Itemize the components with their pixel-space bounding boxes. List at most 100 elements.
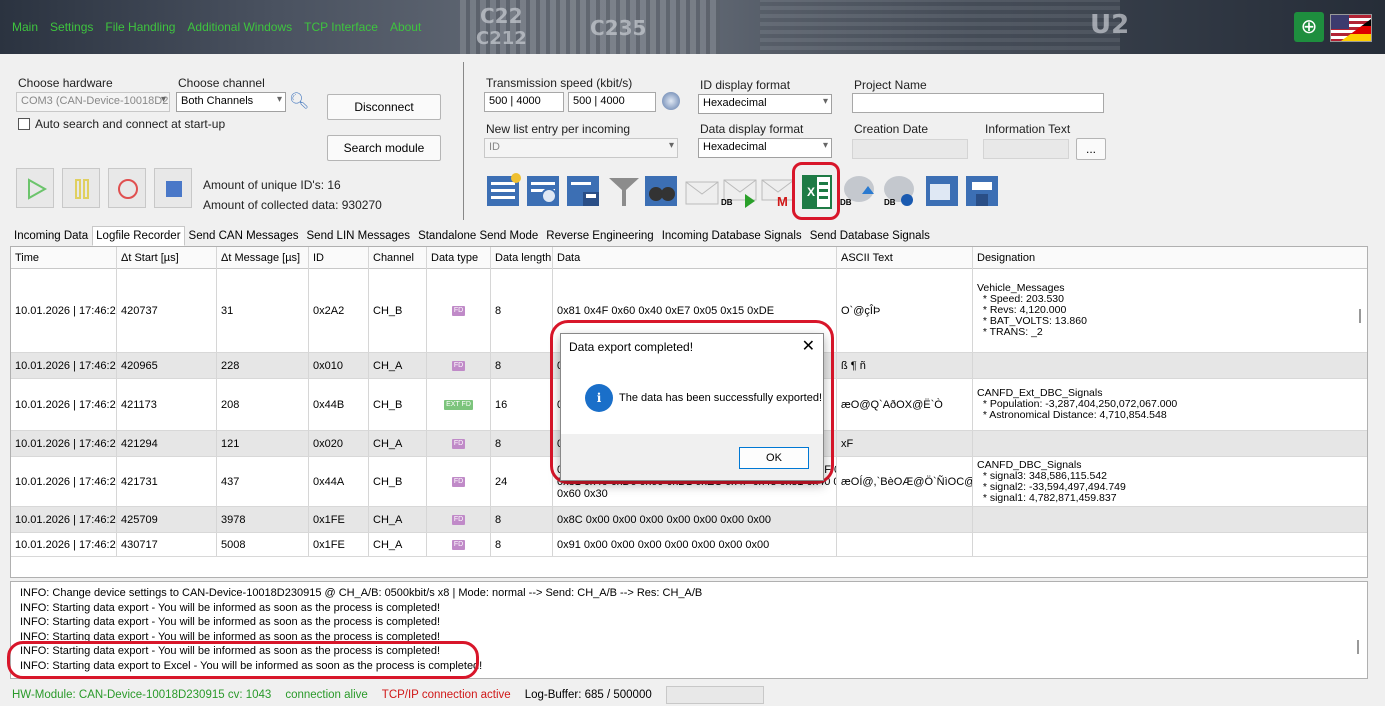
mail-icon[interactable] [683, 172, 721, 210]
pause-icon [75, 179, 89, 199]
row-id: 0x44B [309, 379, 369, 430]
row-data-length: 24 [491, 457, 553, 506]
language-flag-icon[interactable] [1330, 14, 1372, 42]
row-channel: CH_B [369, 269, 427, 352]
project-name-label: Project Name [854, 78, 927, 92]
row-channel: CH_A [369, 353, 427, 378]
column-header-dt-message[interactable]: Δt Message [µs] [217, 247, 309, 269]
search-icon[interactable]: 🔍︎ [289, 91, 309, 111]
channel-select-value: Both Channels [181, 95, 254, 107]
row-time: 10.01.2026 | 17:46:22... [11, 431, 117, 456]
column-header-ascii[interactable]: ASCII Text [837, 247, 973, 269]
data-format-select[interactable]: Hexadecimal ▾ [698, 138, 832, 158]
ok-button[interactable]: OK [739, 447, 809, 469]
tab-incoming-data[interactable]: Incoming Data [10, 226, 92, 246]
speed-settings-gear-icon[interactable] [662, 92, 680, 110]
id-format-select[interactable]: Hexadecimal ▾ [698, 94, 832, 114]
column-header-designation[interactable]: Designation [973, 247, 1367, 269]
db-upload-label: DB [840, 198, 852, 207]
tab-incoming-db-signals[interactable]: Incoming Database Signals [658, 226, 806, 246]
row-designation [973, 431, 1367, 456]
new-entry-label: New list entry per incoming [486, 122, 631, 136]
column-header-data-length[interactable]: Data length [491, 247, 553, 269]
id-format-label: ID display format [700, 78, 791, 92]
channel-label: Choose channel [178, 76, 265, 90]
globe-icon[interactable]: ⊕ [1294, 12, 1324, 42]
row-dt-message: 121 [217, 431, 309, 456]
tab-reverse-engineering[interactable]: Reverse Engineering [542, 226, 657, 246]
search-module-button[interactable]: Search module [327, 135, 441, 161]
tab-logfile-recorder[interactable]: Logfile Recorder [92, 226, 185, 246]
tab-send-db-signals[interactable]: Send Database Signals [806, 226, 934, 246]
row-data-type: FD [427, 533, 491, 556]
speed-field-1[interactable]: 500 | 4000 [484, 92, 564, 112]
row-data-type: FD [427, 457, 491, 506]
column-header-id[interactable]: ID [309, 247, 369, 269]
column-header-data[interactable]: Data [553, 247, 837, 269]
tab-send-can[interactable]: Send CAN Messages [185, 226, 303, 246]
information-more-button[interactable]: ... [1076, 138, 1106, 160]
information-text-label: Information Text [985, 122, 1071, 136]
row-dt-message: 31 [217, 269, 309, 352]
table-row[interactable]: 10.01.2026 | 17:46:22...43071750080x1FEC… [11, 533, 1367, 557]
column-header-dt-start[interactable]: Δt Start [µs] [117, 247, 217, 269]
column-header-channel[interactable]: Channel [369, 247, 427, 269]
row-dt-start: 425709 [117, 507, 217, 532]
column-header-data-type[interactable]: Data type [427, 247, 491, 269]
open-icon[interactable] [924, 172, 962, 210]
save-list-icon[interactable] [565, 172, 603, 210]
id-format-select-value: Hexadecimal [703, 97, 767, 109]
edit-list-icon[interactable] [525, 172, 563, 210]
row-dt-message: 437 [217, 457, 309, 506]
pause-button[interactable] [62, 168, 100, 208]
row-time: 10.01.2026 | 17:46:22... [11, 457, 117, 506]
hardware-select[interactable]: COM3 (CAN-Device-10018D2 ▾ [16, 92, 170, 112]
log-line: INFO: Starting data export - You will be… [20, 616, 441, 629]
start-button[interactable] [16, 168, 54, 208]
new-entry-select[interactable]: ID ▾ [484, 138, 678, 158]
status-bar: HW-Module: CAN-Device-10018D230915 cv: 1… [0, 684, 1385, 706]
record-button[interactable] [108, 168, 146, 208]
menu-item-file-handling[interactable]: File Handling [105, 20, 175, 34]
menu-item-additional-windows[interactable]: Additional Windows [187, 20, 292, 34]
row-ascii: O`@çÎÞ [837, 269, 973, 352]
auto-search-label: Auto search and connect at start-up [35, 117, 226, 131]
tab-standalone-send[interactable]: Standalone Send Mode [414, 226, 542, 246]
row-ascii [837, 533, 973, 556]
channel-select[interactable]: Both Channels ▾ [176, 92, 286, 112]
save-icon[interactable] [964, 172, 1002, 210]
close-icon[interactable]: ✕ [802, 336, 815, 356]
scrollbar-thumb[interactable] [1359, 309, 1361, 323]
row-ascii: xF [837, 431, 973, 456]
db-info-icon[interactable]: DB [880, 172, 918, 210]
row-channel: CH_B [369, 379, 427, 430]
status-hw-module: HW-Module: CAN-Device-10018D230915 cv: 1… [12, 689, 272, 701]
mail-db-icon[interactable]: DB [721, 172, 759, 210]
row-id: 0x020 [309, 431, 369, 456]
row-time: 10.01.2026 | 17:46:22... [11, 533, 117, 556]
menu-item-about[interactable]: About [390, 20, 421, 34]
row-id: 0x010 [309, 353, 369, 378]
speed-field-2[interactable]: 500 | 4000 [568, 92, 656, 112]
log-scrollbar-thumb[interactable] [1357, 640, 1359, 654]
row-data-type: FD [427, 431, 491, 456]
tab-send-lin[interactable]: Send LIN Messages [303, 226, 415, 246]
new-list-icon[interactable] [485, 172, 523, 210]
disconnect-button[interactable]: Disconnect [327, 94, 441, 120]
row-designation [973, 507, 1367, 532]
menu-item-main[interactable]: Main [12, 20, 38, 34]
menu-item-tcp-interface[interactable]: TCP Interface [304, 20, 378, 34]
find-icon[interactable] [643, 172, 681, 210]
menu-item-settings[interactable]: Settings [50, 20, 93, 34]
column-header-time[interactable]: Time [11, 247, 117, 269]
db-upload-icon[interactable]: DB [840, 172, 878, 210]
stop-button[interactable] [154, 168, 192, 208]
filter-icon[interactable] [605, 172, 643, 210]
data-type-badge: EXT FD [444, 399, 473, 410]
table-row[interactable]: 10.01.2026 | 17:46:22...42570939780x1FEC… [11, 507, 1367, 533]
row-dt-message: 208 [217, 379, 309, 430]
auto-search-checkbox[interactable] [18, 118, 30, 130]
row-data-length: 8 [491, 431, 553, 456]
project-name-field[interactable] [852, 93, 1104, 113]
banner-silkscreen-text: U2 [1090, 10, 1130, 40]
